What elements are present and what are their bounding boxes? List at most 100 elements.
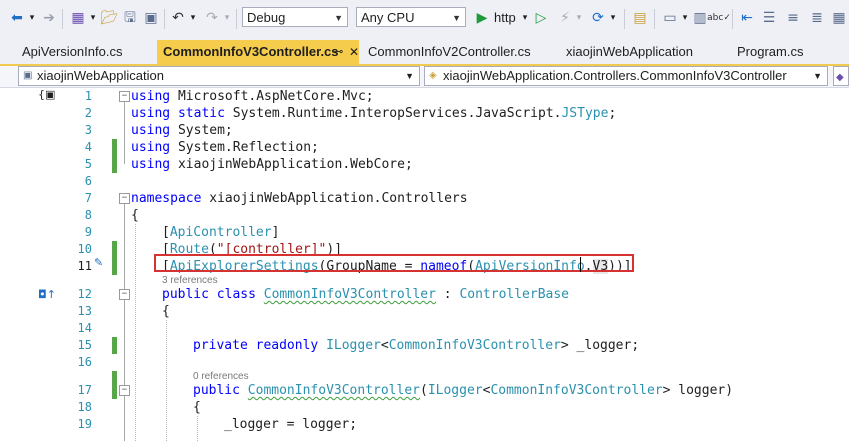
code-line-15: private readonly ILogger<CommonInfoV3Con… [193,338,640,353]
document-tab-strip: ApiVersionInfo.cs CommonInfoV3Controller… [0,40,849,66]
code-line-8: { [131,208,139,223]
member-icon: ◆ [836,72,844,83]
code-editor[interactable]: {▣ ◘↑ ✎ 1 2 3 4 5 6 7 8 9 10 11 12 13 14… [0,88,849,441]
collapse-namespace-icon[interactable]: − [119,193,130,204]
run-target-dropdown-icon[interactable]: ▾ [520,8,530,28]
line-number: 15 [77,338,92,352]
configuration-select[interactable]: Debug ▼ [242,7,348,27]
hot-reload-dropdown-icon[interactable]: ▾ [574,8,584,28]
indent-guide [166,320,167,441]
line-number: 19 [77,417,92,431]
close-icon[interactable]: ✕ [349,40,359,64]
member-select[interactable]: ◆ [833,66,849,86]
code-line-13: { [162,304,170,319]
collapse-class-icon[interactable]: − [119,289,130,300]
indent-guide [197,416,198,441]
code-line-5: using xiaojinWebApplication.WebCore; [131,157,413,172]
fold-line [124,204,125,441]
text-cursor [580,257,581,272]
chevron-down-icon: ▼ [452,13,461,23]
line-number: 13 [77,304,92,318]
window-layout-icon[interactable]: ▭ [661,8,679,28]
line-number: 3 [84,123,92,137]
tab-program[interactable]: Program.cs [731,40,849,64]
fold-line [124,102,125,164]
start-without-debugging-icon[interactable]: ▷ [533,8,549,28]
code-line-18: { [193,400,201,415]
project-select[interactable]: ▣ xiaojinWebApplication ▼ [18,66,420,86]
save-all-icon[interactable]: ▣ [142,8,160,28]
code-line-9: [ApiController] [162,225,280,240]
line-number: 9 [84,225,92,239]
line-number: 18 [77,400,92,414]
platform-select[interactable]: Any CPU ▼ [356,7,466,27]
line-number: 4 [84,140,92,154]
line-number: 17 [77,383,92,397]
change-marker [112,241,117,275]
forward-icon[interactable]: ➔ [40,8,58,28]
chevron-down-icon: ▼ [813,71,822,81]
code-line-7: namespace xiaojinWebApplication.Controll… [131,191,468,206]
navigation-bar: ▣ xiaojinWebApplication ▼ ◈ xiaojinWebAp… [0,66,849,88]
format-icon[interactable]: ▦ [830,8,848,28]
code-line-4: using System.Reflection; [131,140,319,155]
change-marker [112,139,117,173]
highlight-annotation-box [154,254,634,272]
undo-dropdown-icon[interactable]: ▾ [188,8,198,28]
new-item-dropdown-icon[interactable]: ▾ [88,8,98,28]
indent-guide [135,224,136,441]
open-folder-icon[interactable]: 📂︎ [100,8,118,28]
type-value: xiaojinWebApplication.Controllers.Common… [443,68,787,83]
collapse-usings-icon[interactable]: − [119,91,130,102]
chevron-down-icon: ▼ [405,71,414,81]
configuration-value: Debug [247,10,286,25]
hot-reload-icon[interactable]: ⚡ [556,8,574,28]
save-icon[interactable]: 🖫︎ [121,8,139,28]
line-number: 10 [77,242,92,256]
tab-label: Program.cs [737,44,804,59]
namespace-scope-icon: {▣ [38,88,56,101]
code-line-1: using Microsoft.AspNetCore.Mvc; [131,89,374,104]
step-into-icon[interactable]: ⇤ [738,8,756,28]
uncomment-icon[interactable]: ≣ [808,8,826,28]
undo-icon[interactable]: ↶ [169,8,187,28]
pin-icon[interactable]: ⊸ [334,40,343,64]
tab-common-info-v2-controller[interactable]: CommonInfoV2Controller.cs [362,40,556,64]
code-line-12: public class CommonInfoV3Controller : Co… [162,287,570,302]
project-value: xiaojinWebApplication [37,68,164,83]
refresh-icon[interactable]: ⟳ [589,8,607,28]
window-layout-dropdown-icon[interactable]: ▾ [680,8,690,28]
implementation-icon[interactable]: ◘↑ [38,288,56,301]
back-dropdown-icon[interactable]: ▾ [27,8,37,28]
csharp-project-icon: ▣ [23,70,33,81]
new-item-icon[interactable]: ▦ [69,8,87,28]
collapse-constructor-icon[interactable]: − [119,385,130,396]
start-debugging-icon[interactable]: ▶ [474,8,490,28]
solution-explorer-icon[interactable]: ▤ [631,8,649,28]
type-select[interactable]: ◈ xiaojinWebApplication.Controllers.Comm… [424,66,828,86]
bookmark-list-icon[interactable]: ☰ [760,8,778,28]
line-number: 7 [84,191,92,205]
refresh-dropdown-icon[interactable]: ▾ [608,8,618,28]
comment-icon[interactable]: ≡ [784,8,802,28]
code-line-3: using System; [131,123,233,138]
change-marker [112,371,117,399]
tab-api-version-info[interactable]: ApiVersionInfo.cs [16,40,156,64]
tab-label: ApiVersionInfo.cs [22,44,123,59]
tab-label: CommonInfoV3Controller.cs [163,44,339,59]
redo-icon[interactable]: ↷ [203,8,221,28]
quick-actions-brush-icon[interactable]: ✎ [94,256,103,269]
code-line-19: _logger = logger; [224,417,358,432]
line-number: 12 [77,287,92,301]
change-marker [112,337,117,354]
redo-dropdown-icon[interactable]: ▾ [222,8,232,28]
tab-xiaojin-web-application[interactable]: xiaojinWebApplication [560,40,724,64]
back-icon[interactable]: ⬅︎ [8,8,26,28]
tab-common-info-v3-controller[interactable]: CommonInfoV3Controller.cs ⊸ ✕ [157,40,359,64]
line-number-current: 11 [77,259,92,273]
code-line-17: public CommonInfoV3Controller(ILogger<Co… [193,383,734,398]
spell-check-icon[interactable]: abc✓ [707,8,731,28]
run-target-label[interactable]: http [494,8,516,28]
platform-value: Any CPU [361,10,415,25]
line-number: 2 [84,106,92,120]
